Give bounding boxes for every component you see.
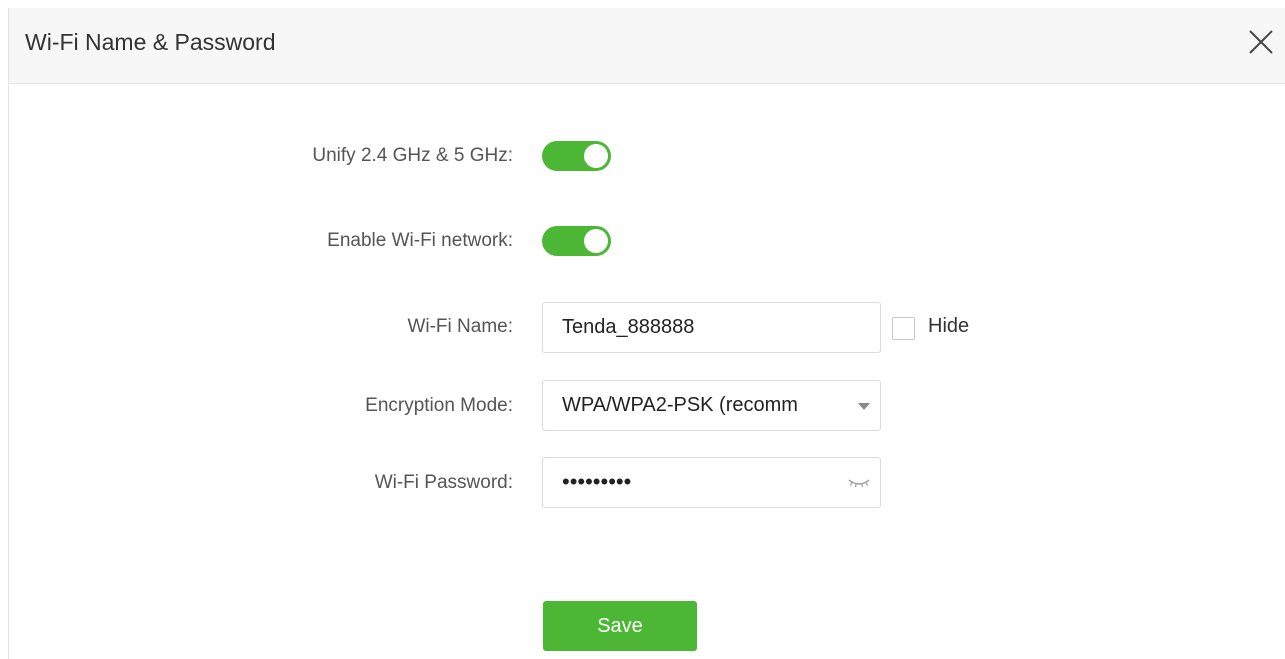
- wifi-password-input[interactable]: •••••••••: [542, 457, 881, 508]
- enable-wifi-toggle[interactable]: [542, 226, 611, 256]
- unify-bands-label: Unify 2.4 GHz & 5 GHz:: [312, 145, 513, 166]
- unify-bands-toggle[interactable]: [542, 141, 611, 171]
- encryption-mode-select[interactable]: WPA/WPA2-PSK (recomm: [542, 380, 881, 431]
- dialog-header: Wi-Fi Name & Password: [9, 8, 1285, 84]
- enable-wifi-label: Enable Wi-Fi network:: [327, 230, 513, 251]
- password-masked-value: •••••••••: [562, 469, 632, 494]
- close-icon[interactable]: [1245, 26, 1277, 58]
- encryption-mode-value: WPA/WPA2-PSK (recomm: [562, 394, 798, 416]
- toggle-knob: [584, 229, 608, 253]
- hide-ssid-label[interactable]: Hide: [928, 315, 969, 338]
- wifi-name-input[interactable]: [542, 302, 881, 353]
- chevron-down-icon: [858, 403, 870, 410]
- wifi-password-label: Wi-Fi Password:: [374, 472, 513, 493]
- wifi-name-label: Wi-Fi Name:: [407, 316, 513, 337]
- toggle-knob: [584, 144, 608, 168]
- eye-closed-icon[interactable]: [846, 475, 872, 491]
- save-button[interactable]: Save: [543, 601, 697, 651]
- hide-ssid-checkbox[interactable]: [892, 317, 915, 340]
- encryption-mode-label: Encryption Mode:: [365, 395, 513, 416]
- wifi-settings-dialog: Wi-Fi Name & Password Unify 2.4 GHz & 5 …: [8, 8, 1285, 659]
- dialog-title: Wi-Fi Name & Password: [25, 29, 276, 55]
